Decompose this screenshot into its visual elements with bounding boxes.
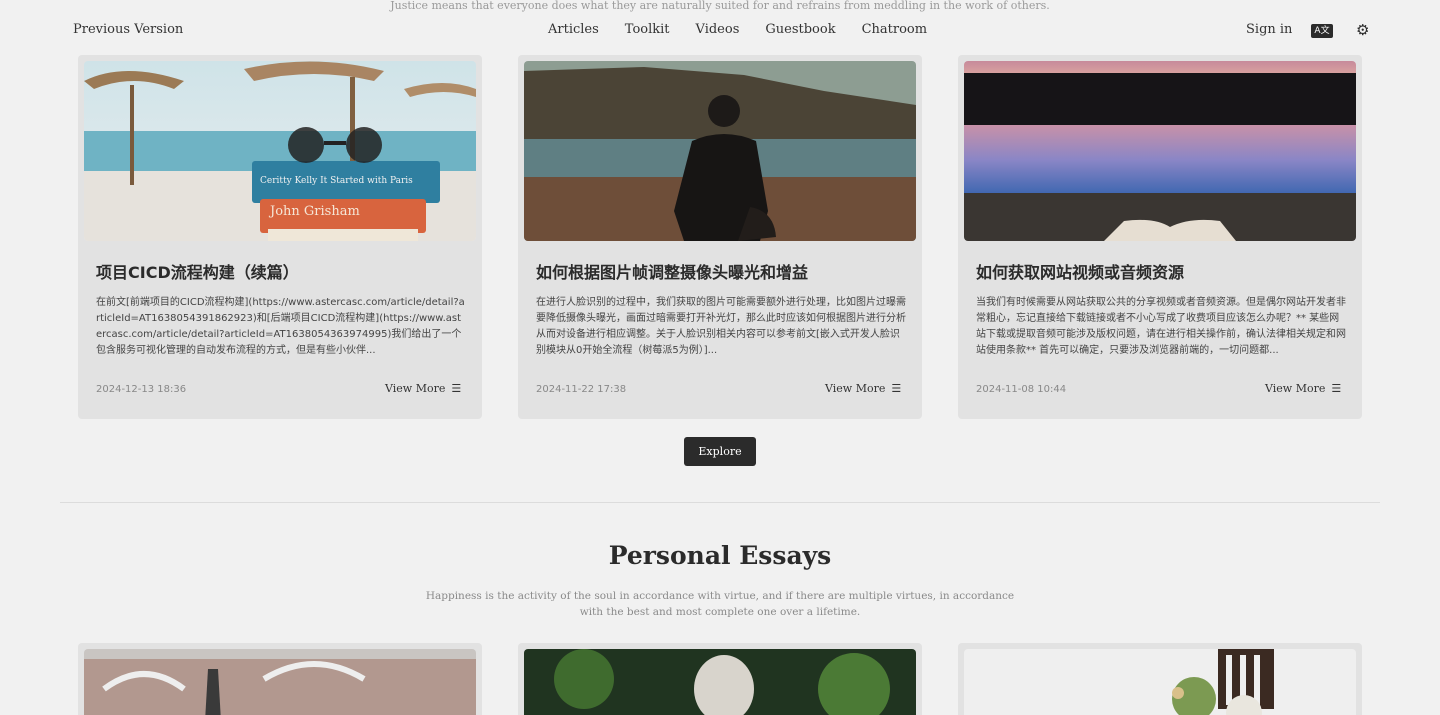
explore-button[interactable]: Explore bbox=[684, 437, 756, 466]
essay-card[interactable] bbox=[78, 643, 482, 715]
previous-version-link[interactable]: Previous Version bbox=[73, 22, 183, 37]
nav-articles[interactable]: Articles bbox=[548, 22, 599, 37]
gear-icon[interactable]: ⚙ bbox=[1356, 21, 1369, 39]
essay-cover-image[interactable] bbox=[524, 649, 916, 715]
list-icon: ☰ bbox=[891, 382, 902, 395]
article-date: 2024-12-13 18:36 bbox=[96, 384, 187, 395]
article-cover-image[interactable]: John Grisham Ceritty Kelly It Started wi… bbox=[84, 61, 476, 241]
view-more-label: View More bbox=[825, 382, 886, 395]
article-card[interactable]: 如何根据图片帧调整摄像头曝光和增益 在进行人脸识别的过程中，我们获取的图片可能需… bbox=[518, 55, 922, 419]
section-divider bbox=[60, 502, 1380, 503]
essay-cover-image[interactable] bbox=[964, 649, 1356, 715]
nav-toolkit[interactable]: Toolkit bbox=[625, 22, 670, 37]
article-date: 2024-11-22 17:38 bbox=[536, 384, 627, 395]
list-icon: ☰ bbox=[451, 382, 462, 395]
article-summary: 当我们有时候需要从网站获取公共的分享视频或者音频资源。但是偶尔网站开发者非常粗心… bbox=[976, 297, 1346, 356]
svg-text:Ceritty Kelly It Started wit: Ceritty Kelly It Started with Paris bbox=[260, 176, 413, 186]
essay-cover-image[interactable] bbox=[84, 649, 476, 715]
svg-text:John Grisham: John Grisham bbox=[268, 204, 360, 219]
nav-videos[interactable]: Videos bbox=[696, 22, 740, 37]
top-quote: Justice means that everyone does what th… bbox=[390, 0, 1050, 12]
article-summary: 在前文[前端项目的CICD流程构建](https://www.astercasc… bbox=[96, 297, 465, 356]
article-date: 2024-11-08 10:44 bbox=[976, 384, 1067, 395]
essay-card[interactable] bbox=[958, 643, 1362, 715]
nav-guestbook[interactable]: Guestbook bbox=[765, 22, 835, 37]
article-card[interactable]: John Grisham Ceritty Kelly It Started wi… bbox=[78, 55, 482, 419]
view-more-link[interactable]: View More ☰ bbox=[825, 382, 901, 395]
list-icon: ☰ bbox=[1331, 382, 1342, 395]
article-card[interactable]: 如何获取网站视频或音频资源 当我们有时候需要从网站获取公共的分享视频或者音频资源… bbox=[958, 55, 1362, 419]
essay-card[interactable] bbox=[518, 643, 922, 715]
sign-in-link[interactable]: Sign in bbox=[1246, 22, 1292, 37]
article-cover-image[interactable] bbox=[524, 61, 916, 241]
view-more-link[interactable]: View More ☰ bbox=[385, 382, 461, 395]
view-more-link[interactable]: View More ☰ bbox=[1265, 382, 1341, 395]
top-nav: Previous Version Articles Toolkit Videos… bbox=[0, 20, 1440, 42]
view-more-label: View More bbox=[385, 382, 446, 395]
article-title[interactable]: 如何获取网站视频或音频资源 bbox=[976, 259, 1184, 283]
article-cover-image[interactable] bbox=[964, 61, 1356, 241]
main-nav-links: Articles Toolkit Videos Guestbook Chatro… bbox=[548, 22, 927, 37]
view-more-label: View More bbox=[1265, 382, 1326, 395]
article-summary: 在进行人脸识别的过程中，我们获取的图片可能需要额外进行处理，比如图片过曝需要降低… bbox=[536, 297, 906, 356]
essays-section-subtitle: Happiness is the activity of the soul in… bbox=[425, 590, 1015, 618]
article-title[interactable]: 项目CICD流程构建（续篇） bbox=[96, 259, 299, 283]
article-title[interactable]: 如何根据图片帧调整摄像头曝光和增益 bbox=[536, 259, 808, 283]
nav-chatroom[interactable]: Chatroom bbox=[862, 22, 928, 37]
essays-section-title: Personal Essays bbox=[608, 541, 832, 570]
translate-icon[interactable]: A文 bbox=[1311, 24, 1333, 38]
